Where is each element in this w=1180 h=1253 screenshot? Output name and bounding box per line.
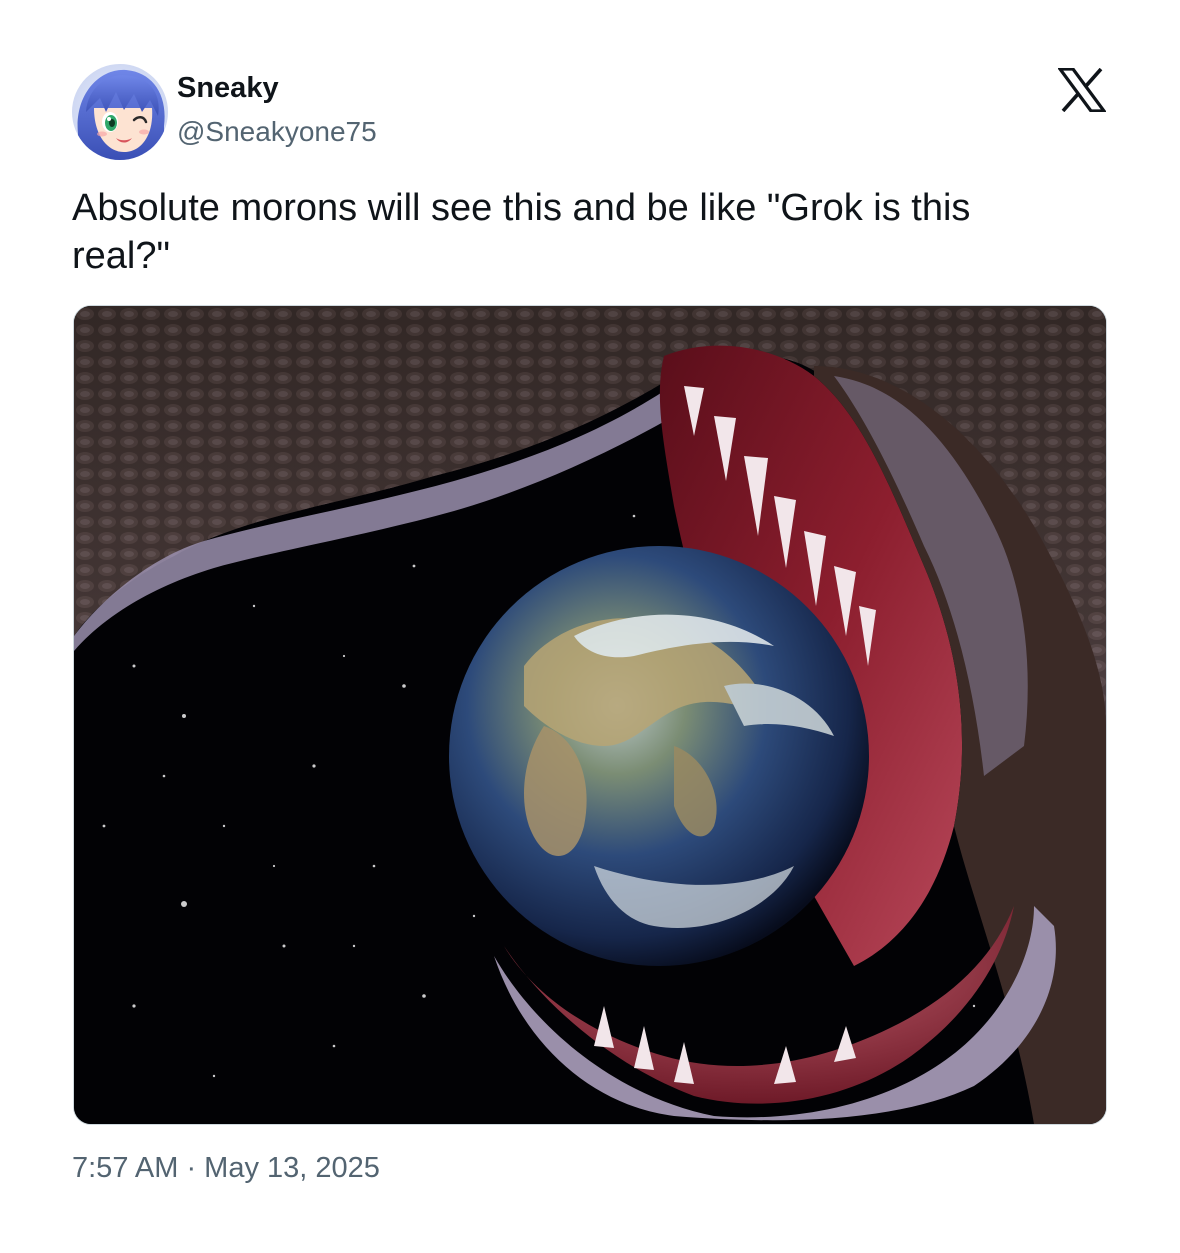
earth-in-snake-mouth-image bbox=[74, 306, 1106, 1124]
tweet-card: Sneaky @Sneakyone75 Absolute morons will… bbox=[0, 0, 1180, 1253]
tweet-timestamp[interactable]: 7:57 AM · May 13, 2025 bbox=[72, 1152, 380, 1185]
user-handle[interactable]: @Sneakyone75 bbox=[177, 116, 377, 148]
tweet-text: Absolute morons will see this and be lik… bbox=[72, 187, 971, 277]
x-logo-icon[interactable] bbox=[1056, 67, 1108, 113]
anime-avatar-icon bbox=[72, 64, 168, 160]
avatar[interactable] bbox=[72, 64, 168, 160]
tweet-media-image[interactable] bbox=[73, 305, 1107, 1125]
display-name[interactable]: Sneaky bbox=[177, 72, 279, 105]
x-logo-glyph bbox=[1056, 67, 1108, 113]
